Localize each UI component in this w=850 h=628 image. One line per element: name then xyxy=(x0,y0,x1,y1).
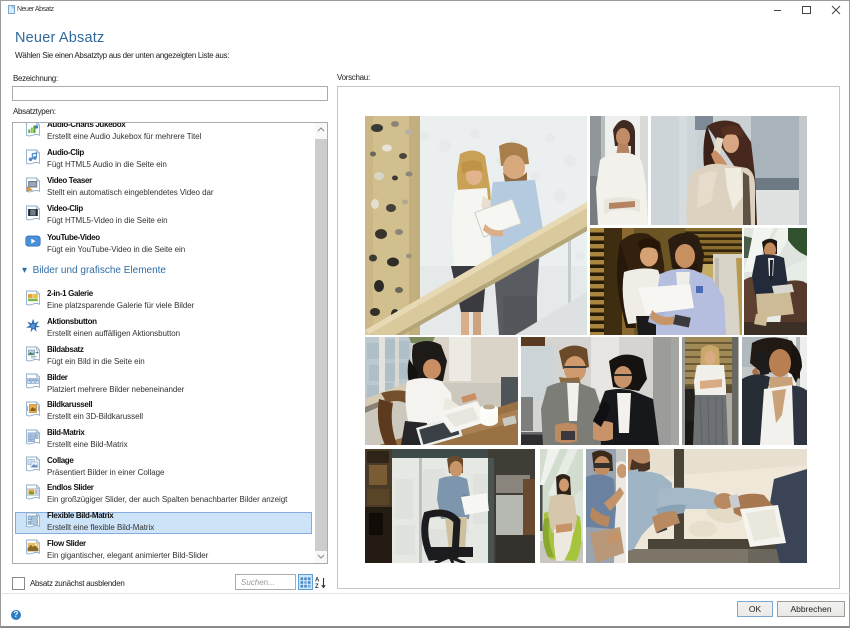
svg-text:Z: Z xyxy=(315,584,319,590)
svg-text:A: A xyxy=(315,578,320,584)
